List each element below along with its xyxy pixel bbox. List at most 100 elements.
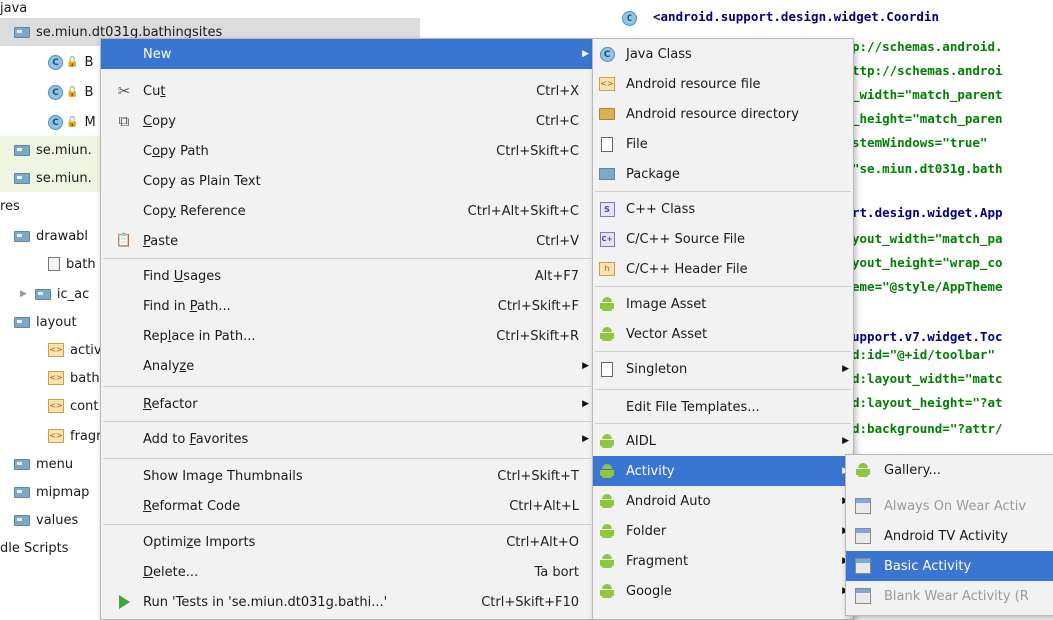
context-menu-item-new[interactable]: New ▶ (101, 39, 593, 69)
new-menu-item-folder[interactable]: Folder▶ (593, 516, 853, 546)
new-menu-item-edit-file-templates[interactable]: Edit File Templates... (593, 392, 853, 422)
menu-item-label: Google (626, 583, 672, 599)
code-line: eme="@style/AppTheme (852, 279, 1003, 294)
menu-item-label: Singleton (626, 361, 688, 377)
code-line: "se.miun.dt031g.bath (852, 161, 1003, 176)
tree-label: bath (66, 256, 96, 272)
expand-arrow-icon[interactable]: ▶ (20, 289, 27, 299)
new-menu-item-c-c-source-file[interactable]: C+ C/C++ Source File (593, 224, 853, 254)
new-menu-item-c-class[interactable]: S C++ Class (593, 194, 853, 224)
menu-separator (103, 524, 591, 525)
context-menu-item-paste[interactable]: 📋 Paste Ctrl+V (101, 226, 593, 256)
folder-icon (14, 316, 30, 328)
new-menu-item-image-asset[interactable]: Image Asset (593, 289, 853, 319)
class-icon: C (48, 84, 63, 100)
tree-label: dle Scripts (0, 540, 69, 556)
menu-item-shortcut: Ctrl+C (535, 113, 579, 129)
code-text: d:layout_width="matc (852, 371, 1003, 386)
android-icon (598, 432, 616, 450)
context-menu-item-cut[interactable]: ✂ Cut Ctrl+X (101, 76, 593, 106)
folder-icon (34, 288, 51, 300)
menu-item-shortcut: Ctrl+Skift+F10 (481, 594, 579, 610)
context-menu-item-add-to-favorites[interactable]: Add to Favorites ▶ (101, 424, 593, 454)
tree-label: M (84, 114, 96, 130)
menu-item-label: Show Image Thumbnails (143, 468, 303, 484)
menu-separator (103, 421, 591, 422)
code-line: d:layout_height="?at (852, 395, 1003, 410)
new-menu-item-singleton[interactable]: Singleton ▶ (593, 354, 853, 384)
android-icon (598, 522, 616, 540)
menu-item-label: Find in Path... (143, 298, 231, 314)
new-menu-item-activity[interactable]: Activity▶ (593, 456, 853, 486)
new-menu-item-android-resource-directory[interactable]: Android resource directory (593, 99, 853, 129)
submenu-arrow-icon: ▶ (582, 361, 589, 371)
context-menu-item-reformat-code[interactable]: Reformat Code Ctrl+Alt+L (101, 491, 593, 521)
new-menu-item-android-auto[interactable]: Android Auto▶ (593, 486, 853, 516)
context-menu-item-delete[interactable]: Delete... Ta bort (101, 557, 593, 587)
class-icon: C (48, 54, 63, 70)
context-menu-item-show-image-thumbnails[interactable]: Show Image Thumbnails Ctrl+Skift+T (101, 461, 593, 491)
submenu-arrow-icon: ▶ (842, 436, 849, 446)
folder-icon (598, 105, 616, 123)
menu-separator (103, 386, 591, 387)
menu-item-shortcut: Ctrl+Alt+L (509, 498, 579, 514)
menu-item-label: Android resource directory (626, 106, 799, 122)
code-text: d:layout_height="?at (852, 395, 1003, 410)
activity-menu-item-blank-wear-activity-r: Blank Wear Activity (R (846, 581, 1053, 611)
lock-icon: 🔓 (66, 56, 79, 68)
menu-separator (595, 191, 851, 192)
context-menu-item-refactor[interactable]: Refactor ▶ (101, 389, 593, 419)
lock-icon: 🔓 (66, 86, 79, 98)
code-line: p://schemas.android. (852, 39, 1003, 54)
tree-label: B (84, 54, 94, 70)
new-menu-item-file[interactable]: File (593, 129, 853, 159)
new-menu-item-android-resource-file[interactable]: <> Android resource file (593, 69, 853, 99)
new-menu-item-fragment[interactable]: Fragment▶ (593, 546, 853, 576)
new-menu-item-vector-asset[interactable]: Vector Asset (593, 319, 853, 349)
context-menu-item-find-usages[interactable]: Find Usages Alt+F7 (101, 261, 593, 291)
context-menu-item-find-in-path[interactable]: Find in Path... Ctrl+Skift+F (101, 291, 593, 321)
menu-item-label: Find Usages (143, 268, 222, 284)
context-menu-item-analyze[interactable]: Analyze ▶ (101, 351, 593, 381)
new-menu-item-google[interactable]: Google▶ (593, 576, 853, 606)
new-menu-item-c-c-header-file[interactable]: h C/C++ Header File (593, 254, 853, 284)
menu-item-shortcut: Ctrl+V (536, 233, 579, 249)
code-line: upport.v7.widget.Toc (852, 329, 1003, 344)
context-menu-item-replace-in-path[interactable]: Replace in Path... Ctrl+Skift+R (101, 321, 593, 351)
tree-label: B (84, 84, 94, 100)
context-menu-item-run-tests-in-se-miun-dt031g-bathi[interactable]: Run 'Tests in 'se.miun.dt031g.bathi...' C… (101, 587, 593, 617)
code-text: <android.support.design.widget.Coordin (653, 9, 939, 24)
menu-separator (103, 258, 591, 259)
new-menu-item-aidl[interactable]: AIDL ▶ (593, 426, 853, 456)
layout-file-icon: <> (48, 371, 64, 385)
context-menu-item-copy-reference[interactable]: Copy Reference Ctrl+Alt+Skift+C (101, 196, 593, 226)
menu-item-label: Copy (143, 113, 176, 129)
code-text: "se.miun.dt031g.bath (852, 161, 1003, 176)
context-menu-item-optimize-imports[interactable]: Optimize Imports Ctrl+Alt+O (101, 527, 593, 557)
folder-icon (14, 144, 30, 156)
context-menu-item-copy-path[interactable]: Copy Path Ctrl+Skift+C (101, 136, 593, 166)
tree-label: menu (36, 456, 74, 472)
code-line: yout_height="wrap_co (852, 255, 1003, 270)
android-icon (598, 582, 616, 600)
mnemonic-char: U (173, 268, 184, 284)
mnemonic-char: t (160, 83, 166, 99)
menu-item-label: Refactor (143, 396, 198, 412)
context-menu-item-copy-as-plain-text[interactable]: Copy as Plain Text (101, 166, 593, 196)
menu-item-label: New (143, 46, 172, 62)
activity-menu-item-gallery[interactable]: Gallery... (846, 455, 1053, 485)
new-menu-item-package[interactable]: Package (593, 159, 853, 189)
menu-item-label: Cut (143, 83, 166, 99)
menu-item-label: Edit File Templates... (626, 399, 760, 415)
menu-item-shortcut: Ctrl+Alt+Skift+C (467, 203, 579, 219)
activity-menu-item-android-tv-activity[interactable]: Android TV Activity (846, 521, 1053, 551)
cpp-source-icon: C+ (598, 230, 616, 248)
activity-menu-item-basic-activity[interactable]: Basic Activity (846, 551, 1053, 581)
cpp-header-icon: h (598, 260, 616, 278)
menu-item-label: Delete... (143, 564, 199, 580)
code-text: rt.design.widget.App (852, 205, 1003, 220)
code-line: stemWindows="true" (852, 135, 987, 150)
new-menu-item-java-class[interactable]: C Java Class (593, 39, 853, 69)
code-line: _height="match_paren (852, 111, 1003, 126)
context-menu-item-copy[interactable]: ⧉ Copy Ctrl+C (101, 106, 593, 136)
